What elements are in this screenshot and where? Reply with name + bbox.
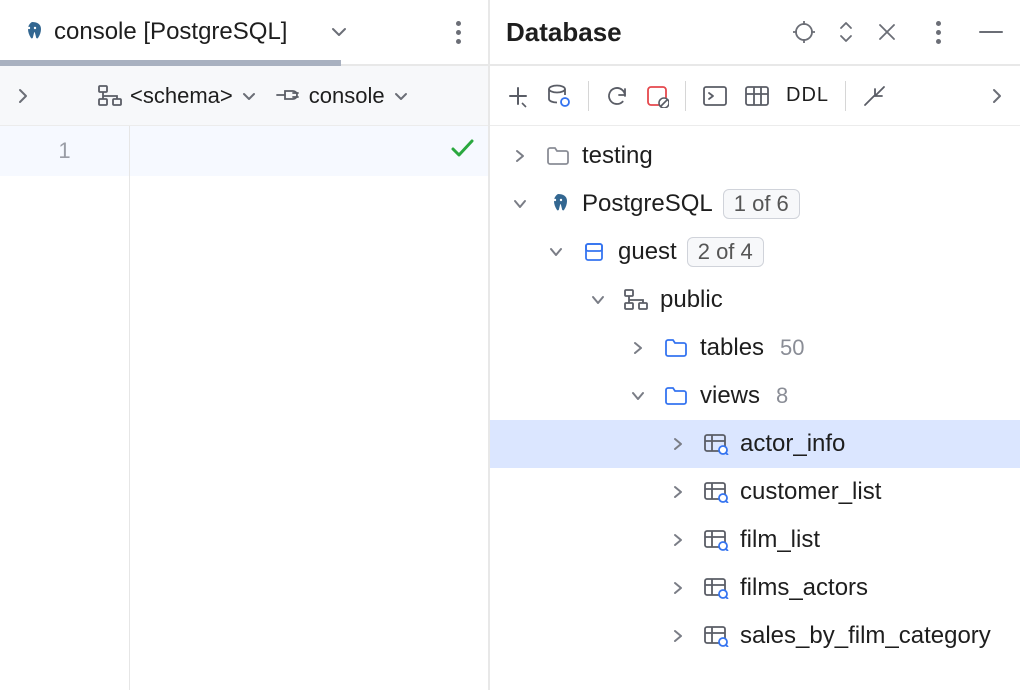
minimize-icon[interactable] <box>978 28 1004 36</box>
tree-label: film_list <box>740 526 820 554</box>
chevron-right-icon <box>506 149 534 163</box>
tree-label: public <box>660 286 723 314</box>
editor-tab-console[interactable]: console [PostgreSQL] <box>20 0 287 64</box>
tree-node-view-item[interactable]: sales_by_film_category <box>490 612 1020 660</box>
tree-label: sales_by_film_category <box>740 622 991 650</box>
folder-icon <box>544 146 572 166</box>
tree-label: tables <box>700 334 764 362</box>
database-more-button[interactable] <box>918 12 958 52</box>
database-icon <box>580 241 608 263</box>
expand-collapse-icon[interactable] <box>836 20 856 44</box>
console-session-label: console <box>309 83 385 109</box>
refresh-button[interactable] <box>605 84 629 108</box>
tree-label: PostgreSQL <box>582 190 713 218</box>
console-session-selector[interactable]: console <box>269 74 415 118</box>
ddl-button[interactable]: DDL <box>786 84 829 107</box>
datasource-properties-button[interactable] <box>546 83 572 109</box>
editor-tab-title: console [PostgreSQL] <box>54 18 287 46</box>
schema-icon <box>622 289 650 311</box>
chevron-right-icon <box>624 341 652 355</box>
expand-left-button[interactable] <box>10 74 36 118</box>
database-tree[interactable]: testing PostgreSQL 1 of 6 guest 2 of 4 p… <box>490 126 1020 690</box>
view-icon <box>702 433 730 455</box>
table-view-button[interactable] <box>744 85 770 107</box>
chevron-down-icon <box>393 88 409 104</box>
expand-right-button[interactable] <box>990 86 1004 106</box>
plug-icon <box>275 85 301 107</box>
divider <box>588 81 589 111</box>
chevron-down-icon <box>241 88 257 104</box>
code-editor[interactable]: 1 <box>0 126 488 690</box>
tab-underline <box>0 60 341 66</box>
line-number: 1 <box>0 126 130 176</box>
postgres-icon <box>20 20 44 44</box>
editor-more-button[interactable] <box>438 12 478 52</box>
tree-node-testing[interactable]: testing <box>490 132 1020 180</box>
tree-node-view-item[interactable]: actor_info <box>490 420 1020 468</box>
chevron-down-icon <box>542 245 570 259</box>
view-icon <box>702 481 730 503</box>
divider <box>685 81 686 111</box>
chevron-down-icon <box>506 197 534 211</box>
view-icon <box>702 529 730 551</box>
count-badge: 2 of 4 <box>687 237 764 267</box>
line-content[interactable] <box>130 126 488 176</box>
target-icon[interactable] <box>792 20 816 44</box>
tree-node-view-item[interactable]: customer_list <box>490 468 1020 516</box>
schema-tree-icon <box>98 85 122 107</box>
chevron-down-icon <box>624 389 652 403</box>
gutter-column <box>0 176 130 690</box>
tree-label: customer_list <box>740 478 881 506</box>
tree-node-view-item[interactable]: film_list <box>490 516 1020 564</box>
chevron-right-icon <box>664 629 692 643</box>
jump-to-console-button[interactable] <box>702 85 728 107</box>
count-text: 50 <box>780 335 804 361</box>
chevron-down-icon <box>584 293 612 307</box>
tree-node-public[interactable]: public <box>490 276 1020 324</box>
database-pane: Database DDL <box>490 0 1020 690</box>
count-badge: 1 of 6 <box>723 189 800 219</box>
tree-label: testing <box>582 142 653 170</box>
status-ok-icon <box>448 134 476 162</box>
chevron-right-icon <box>664 581 692 595</box>
editor-pane: console [PostgreSQL] <schema> <box>0 0 490 690</box>
collapse-in-button[interactable] <box>862 85 888 107</box>
database-title: Database <box>506 17 622 48</box>
view-icon <box>702 577 730 599</box>
tree-label: actor_info <box>740 430 845 458</box>
tree-node-tables[interactable]: tables 50 <box>490 324 1020 372</box>
tree-node-views[interactable]: views 8 <box>490 372 1020 420</box>
chevron-right-icon <box>664 437 692 451</box>
count-text: 8 <box>776 383 788 409</box>
chevron-right-icon <box>664 533 692 547</box>
stop-button[interactable] <box>645 84 669 108</box>
add-button[interactable] <box>506 84 530 108</box>
database-header: Database <box>490 0 1020 66</box>
tab-dropdown-button[interactable] <box>317 10 361 54</box>
postgres-icon <box>544 192 572 216</box>
schema-selector[interactable]: <schema> <box>92 74 263 118</box>
tree-label: films_actors <box>740 574 868 602</box>
tree-label: views <box>700 382 760 410</box>
database-toolbar: DDL <box>490 66 1020 126</box>
tree-node-guest[interactable]: guest 2 of 4 <box>490 228 1020 276</box>
chevron-right-icon <box>664 485 692 499</box>
folder-icon <box>662 386 690 406</box>
hide-icon[interactable] <box>876 21 898 43</box>
schema-label: <schema> <box>130 83 233 109</box>
divider <box>845 81 846 111</box>
view-icon <box>702 625 730 647</box>
editor-sub-toolbar: <schema> console <box>0 66 488 126</box>
editor-tab-bar: console [PostgreSQL] <box>0 0 488 66</box>
folder-icon <box>662 338 690 358</box>
tree-label: guest <box>618 238 677 266</box>
tree-node-postgresql[interactable]: PostgreSQL 1 of 6 <box>490 180 1020 228</box>
editor-line: 1 <box>0 126 488 176</box>
tree-node-view-item[interactable]: films_actors <box>490 564 1020 612</box>
